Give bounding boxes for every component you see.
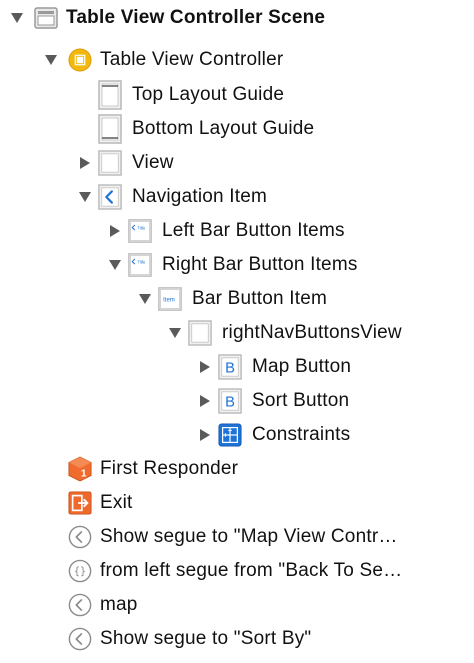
custom-segue-icon: {} <box>68 559 92 583</box>
disclosure-collapsed-icon[interactable] <box>196 426 214 444</box>
tree-row-navigation-item[interactable]: Navigation Item <box>0 180 474 214</box>
top-layout-guide-label: Top Layout Guide <box>132 84 285 105</box>
tree-row-segue[interactable]: Show segue to "Map View Contr… <box>0 520 474 554</box>
tree-row-left-bar-button-items[interactable]: Title Left Bar Button Items <box>0 214 474 248</box>
bottom-layout-guide-icon <box>98 114 122 144</box>
map-button-label: Map Button <box>252 356 352 377</box>
view-icon <box>98 150 122 176</box>
document-outline: Table View Controller Scene Table View C… <box>0 0 474 663</box>
tree-row-segue[interactable]: {} from left segue from "Back To Se… <box>0 554 474 588</box>
tree-row-scene[interactable]: Table View Controller Scene <box>0 1 474 35</box>
disclosure-expanded-icon[interactable] <box>76 188 94 206</box>
svg-text:Title: Title <box>137 259 146 264</box>
svg-text:B: B <box>225 361 235 377</box>
disclosure-collapsed-icon[interactable] <box>106 222 124 240</box>
segue-label: from left segue from "Back To Se… <box>100 560 403 581</box>
view-icon <box>188 320 212 346</box>
tree-row-bar-button-item[interactable]: Item Bar Button Item <box>0 282 474 316</box>
segue-label: Show segue to "Sort By" <box>100 628 312 649</box>
tree-row-exit[interactable]: Exit <box>0 486 474 520</box>
navigation-item-icon <box>98 184 122 210</box>
tree-row-top-layout-guide[interactable]: Top Layout Guide <box>0 78 474 112</box>
tree-row-table-view-controller[interactable]: Table View Controller <box>0 43 474 77</box>
bar-button-item-label: Bar Button Item <box>192 288 328 309</box>
constraints-label: Constraints <box>252 424 351 445</box>
button-icon: B <box>218 388 242 414</box>
disclosure-collapsed-icon[interactable] <box>76 154 94 172</box>
tree-row-segue[interactable]: map <box>0 588 474 622</box>
segue-label: map <box>100 594 138 615</box>
disclosure-expanded-icon[interactable] <box>42 51 60 69</box>
segue-icon <box>68 593 92 617</box>
scene-icon <box>34 6 58 30</box>
segue-icon <box>68 525 92 549</box>
bar-button-item-icon: Item <box>158 287 182 311</box>
svg-text:Title: Title <box>137 225 146 230</box>
svg-text:Item: Item <box>163 298 175 304</box>
view-controller-icon <box>68 48 92 72</box>
tree-row-right-nav-buttons-view[interactable]: rightNavButtonsView <box>0 316 474 350</box>
disclosure-expanded-icon[interactable] <box>106 256 124 274</box>
exit-label: Exit <box>100 492 133 513</box>
tree-row-segue[interactable]: Show segue to "Sort By" <box>0 622 474 656</box>
disclosure-collapsed-icon[interactable] <box>196 358 214 376</box>
bar-button-items-icon: Title <box>128 219 152 243</box>
bar-button-items-icon: Title <box>128 253 152 277</box>
svg-text:B: B <box>225 395 235 411</box>
tree-row-view[interactable]: View <box>0 146 474 180</box>
disclosure-expanded-icon[interactable] <box>136 290 154 308</box>
tree-row-first-responder[interactable]: 1 First Responder <box>0 452 474 486</box>
disclosure-collapsed-icon[interactable] <box>196 392 214 410</box>
tree-row-bottom-layout-guide[interactable]: Bottom Layout Guide <box>0 112 474 146</box>
segue-icon <box>68 627 92 651</box>
view-label: View <box>132 152 174 173</box>
right-nav-buttons-view-label: rightNavButtonsView <box>222 322 402 343</box>
bottom-layout-guide-label: Bottom Layout Guide <box>132 118 315 139</box>
segue-label: Show segue to "Map View Contr… <box>100 526 398 547</box>
table-view-controller-label: Table View Controller <box>100 49 284 70</box>
constraints-icon <box>218 423 242 447</box>
right-bar-button-items-label: Right Bar Button Items <box>162 254 358 275</box>
top-layout-guide-icon <box>98 80 122 110</box>
first-responder-label: First Responder <box>100 458 239 479</box>
svg-text:{}: {} <box>74 567 86 578</box>
button-icon: B <box>218 354 242 380</box>
sort-button-label: Sort Button <box>252 390 350 411</box>
tree-row-map-button[interactable]: B Map Button <box>0 350 474 384</box>
disclosure-expanded-icon[interactable] <box>166 324 184 342</box>
tree-row-constraints[interactable]: Constraints <box>0 418 474 452</box>
scene-title: Table View Controller Scene <box>66 7 326 28</box>
left-bar-button-items-label: Left Bar Button Items <box>162 220 345 241</box>
disclosure-expanded-icon[interactable] <box>8 9 26 27</box>
navigation-item-label: Navigation Item <box>132 186 268 207</box>
exit-icon <box>68 491 92 515</box>
tree-row-sort-button[interactable]: B Sort Button <box>0 384 474 418</box>
svg-text:1: 1 <box>81 468 87 479</box>
tree-row-right-bar-button-items[interactable]: Title Right Bar Button Items <box>0 248 474 282</box>
first-responder-icon: 1 <box>68 456 92 482</box>
